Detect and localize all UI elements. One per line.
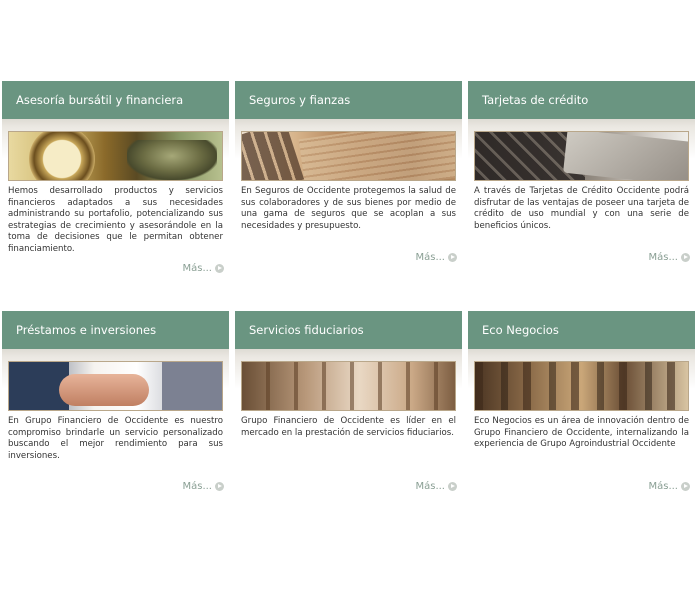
arrow-circle-icon <box>681 482 690 491</box>
card-body: A través de Tarjetas de Crédito Occident… <box>468 119 695 277</box>
hands-shape <box>59 374 149 406</box>
more-link[interactable]: Más... <box>415 252 457 263</box>
card-body: En Seguros de Occidente protegemos la sa… <box>235 119 462 277</box>
more-label: Más... <box>182 481 212 492</box>
arrow-circle-icon <box>448 482 457 491</box>
more-label: Más... <box>182 263 212 274</box>
calculator-shape <box>242 132 305 180</box>
more-label: Más... <box>648 252 678 263</box>
credit-card-keyboard-image[interactable] <box>474 131 689 181</box>
card-title[interactable]: Préstamos e inversiones <box>2 311 229 349</box>
office-building-interior-image[interactable] <box>241 361 456 411</box>
card-seguros: Seguros y fianzas En Seguros de Occident… <box>235 81 462 277</box>
card-description: En Grupo Financiero de Occidente es nues… <box>8 416 223 461</box>
card-asesoria: Asesoría bursátil y financiera Hemos des… <box>2 81 229 277</box>
more-link[interactable]: Más... <box>648 252 690 263</box>
tree-trunks-shape <box>475 362 688 410</box>
pocket-watch-shape <box>29 132 95 180</box>
card-title[interactable]: Tarjetas de crédito <box>468 81 695 119</box>
arrow-circle-icon <box>215 264 224 273</box>
columns-shape <box>242 362 455 410</box>
card-body: Hemos desarrollado productos y servicios… <box>2 119 229 277</box>
suit-sleeve-right-shape <box>162 362 222 410</box>
card-body: Eco Negocios es un área de innovación de… <box>468 349 695 507</box>
newspaper-shape <box>298 132 455 180</box>
arrow-circle-icon <box>448 253 457 262</box>
more-label: Más... <box>648 481 678 492</box>
card-description: Eco Negocios es un área de innovación de… <box>474 416 689 450</box>
more-link[interactable]: Más... <box>648 481 690 492</box>
card-description: A través de Tarjetas de Crédito Occident… <box>474 186 689 231</box>
card-title[interactable]: Seguros y fianzas <box>235 81 462 119</box>
card-title[interactable]: Eco Negocios <box>468 311 695 349</box>
more-label: Más... <box>415 481 445 492</box>
card-prestamos: Préstamos e inversiones En Grupo Financi… <box>2 311 229 507</box>
card-eco: Eco Negocios Eco Negocios es un área de … <box>468 311 695 507</box>
card-fiduciarios: Servicios fiduciarios Grupo Financiero d… <box>235 311 462 507</box>
more-link[interactable]: Más... <box>182 263 224 274</box>
banknote-portrait-shape <box>127 140 217 180</box>
card-description: Hemos desarrollado productos y servicios… <box>8 186 223 254</box>
watch-and-banknote-image[interactable] <box>8 131 223 181</box>
card-body: En Grupo Financiero de Occidente es nues… <box>2 349 229 507</box>
forest-trees-image[interactable] <box>474 361 689 411</box>
arrow-circle-icon <box>681 253 690 262</box>
handshake-image[interactable] <box>8 361 223 411</box>
arrow-circle-icon <box>215 482 224 491</box>
credit-card-shape <box>563 132 688 180</box>
more-label: Más... <box>415 252 445 263</box>
card-title[interactable]: Asesoría bursátil y financiera <box>2 81 229 119</box>
more-link[interactable]: Más... <box>415 481 457 492</box>
card-description: En Seguros de Occidente protegemos la sa… <box>241 186 456 231</box>
more-link[interactable]: Más... <box>182 481 224 492</box>
financial-newspaper-calculator-image[interactable] <box>241 131 456 181</box>
card-tarjetas: Tarjetas de crédito A través de Tarjetas… <box>468 81 695 277</box>
card-title[interactable]: Servicios fiduciarios <box>235 311 462 349</box>
card-body: Grupo Financiero de Occidente es líder e… <box>235 349 462 507</box>
card-description: Grupo Financiero de Occidente es líder e… <box>241 416 456 438</box>
